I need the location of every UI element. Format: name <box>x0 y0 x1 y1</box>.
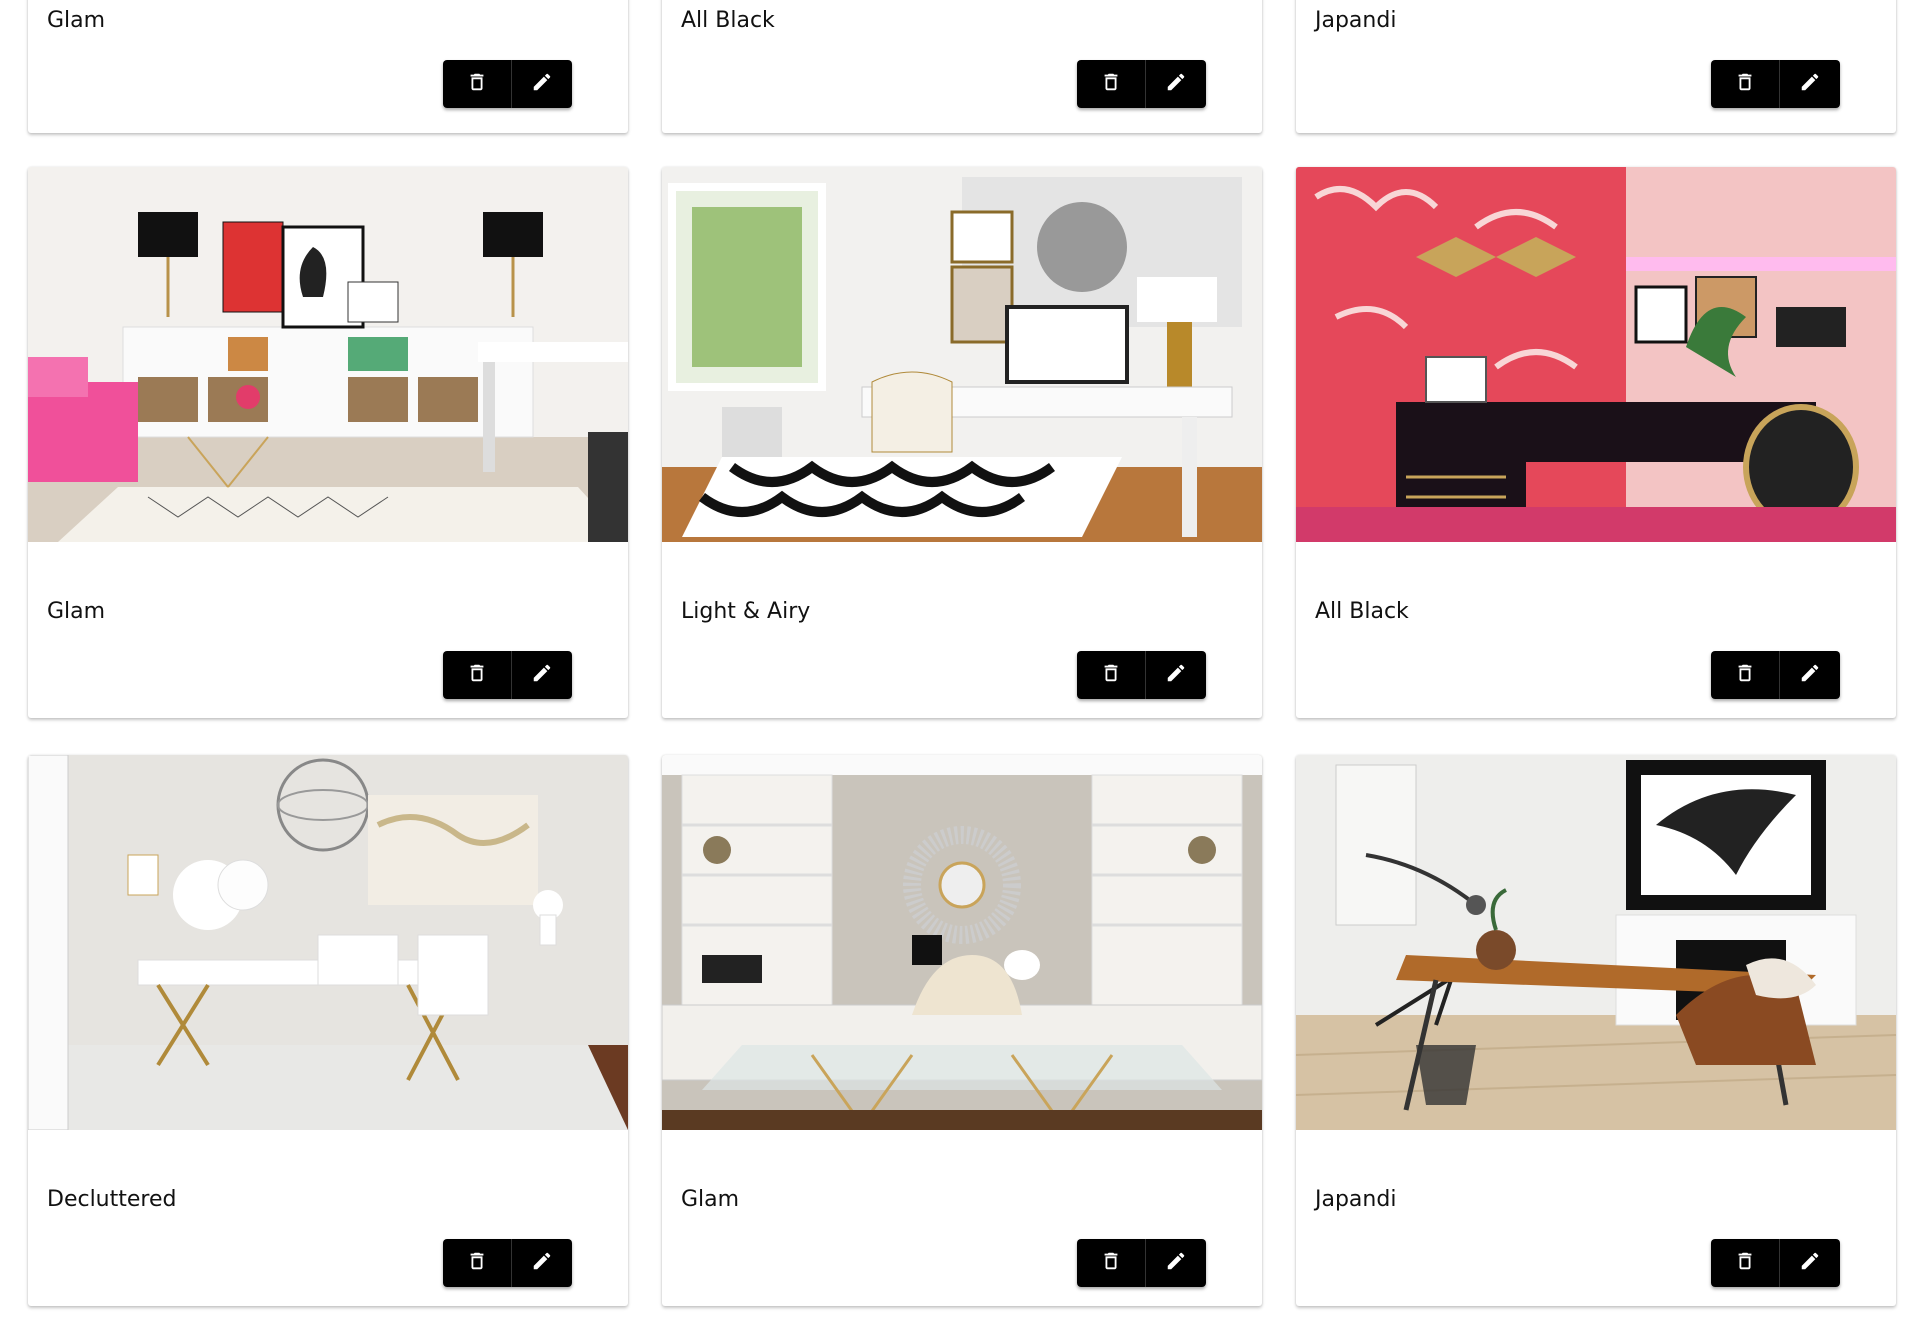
card-actions <box>1711 60 1840 108</box>
edit-button[interactable] <box>1145 1239 1206 1287</box>
edit-button[interactable] <box>1779 60 1840 108</box>
pencil-icon <box>1799 1250 1821 1276</box>
card-title: Japandi <box>1315 1187 1397 1212</box>
edit-button[interactable] <box>1779 1239 1840 1287</box>
delete-button[interactable] <box>1711 1239 1779 1287</box>
inspiration-card: Decluttered <box>28 755 628 1306</box>
trash-icon <box>1734 1250 1756 1276</box>
inspiration-card: Glam <box>28 0 628 133</box>
card-image[interactable] <box>28 167 628 542</box>
inspiration-card: Glam <box>662 755 1262 1306</box>
inspiration-card: Japandi <box>1296 0 1896 133</box>
card-actions <box>443 651 572 699</box>
card-actions <box>1077 1239 1206 1287</box>
card-image[interactable] <box>662 755 1262 1130</box>
card-image[interactable] <box>662 167 1262 542</box>
inspiration-card: Japandi <box>1296 755 1896 1306</box>
edit-button[interactable] <box>511 60 572 108</box>
inspiration-card: All Black <box>662 0 1262 133</box>
edit-button[interactable] <box>1145 651 1206 699</box>
trash-icon <box>466 662 488 688</box>
decluttered-office-image <box>28 755 628 1130</box>
card-actions <box>1077 651 1206 699</box>
trash-icon <box>466 1250 488 1276</box>
edit-button[interactable] <box>1779 651 1840 699</box>
delete-button[interactable] <box>1077 1239 1145 1287</box>
trash-icon <box>466 71 488 97</box>
delete-button[interactable] <box>443 60 511 108</box>
pencil-icon <box>531 662 553 688</box>
card-actions <box>1077 60 1206 108</box>
card-image[interactable] <box>28 755 628 1130</box>
glam-shelves-office-image <box>662 755 1262 1130</box>
trash-icon <box>1734 662 1756 688</box>
pencil-icon <box>1165 71 1187 97</box>
trash-icon <box>1100 71 1122 97</box>
card-title: Glam <box>47 599 106 624</box>
card-actions <box>1711 651 1840 699</box>
card-title: All Black <box>1315 599 1409 624</box>
all-black-office-image <box>1296 167 1896 542</box>
glam-office-image <box>28 167 628 542</box>
inspiration-card: Glam <box>28 167 628 718</box>
trash-icon <box>1100 662 1122 688</box>
pencil-icon <box>1165 662 1187 688</box>
pencil-icon <box>531 1250 553 1276</box>
card-title: Japandi <box>1315 8 1397 33</box>
light-airy-office-image <box>662 167 1262 542</box>
card-actions <box>1711 1239 1840 1287</box>
card-image[interactable] <box>1296 755 1896 1130</box>
edit-button[interactable] <box>511 1239 572 1287</box>
card-title: Light & Airy <box>681 599 811 624</box>
edit-button[interactable] <box>1145 60 1206 108</box>
pencil-icon <box>1799 662 1821 688</box>
card-title: All Black <box>681 8 775 33</box>
japandi-office-image <box>1296 755 1896 1130</box>
delete-button[interactable] <box>1077 60 1145 108</box>
card-actions <box>443 1239 572 1287</box>
card-title: Glam <box>47 8 106 33</box>
trash-icon <box>1734 71 1756 97</box>
delete-button[interactable] <box>1077 651 1145 699</box>
card-image[interactable] <box>1296 167 1896 542</box>
inspiration-card: All Black <box>1296 167 1896 718</box>
delete-button[interactable] <box>443 651 511 699</box>
card-title: Decluttered <box>47 1187 177 1212</box>
pencil-icon <box>1799 71 1821 97</box>
delete-button[interactable] <box>443 1239 511 1287</box>
pencil-icon <box>531 71 553 97</box>
inspiration-card: Light & Airy <box>662 167 1262 718</box>
delete-button[interactable] <box>1711 651 1779 699</box>
delete-button[interactable] <box>1711 60 1779 108</box>
card-actions <box>443 60 572 108</box>
edit-button[interactable] <box>511 651 572 699</box>
pencil-icon <box>1165 1250 1187 1276</box>
card-title: Glam <box>681 1187 740 1212</box>
trash-icon <box>1100 1250 1122 1276</box>
